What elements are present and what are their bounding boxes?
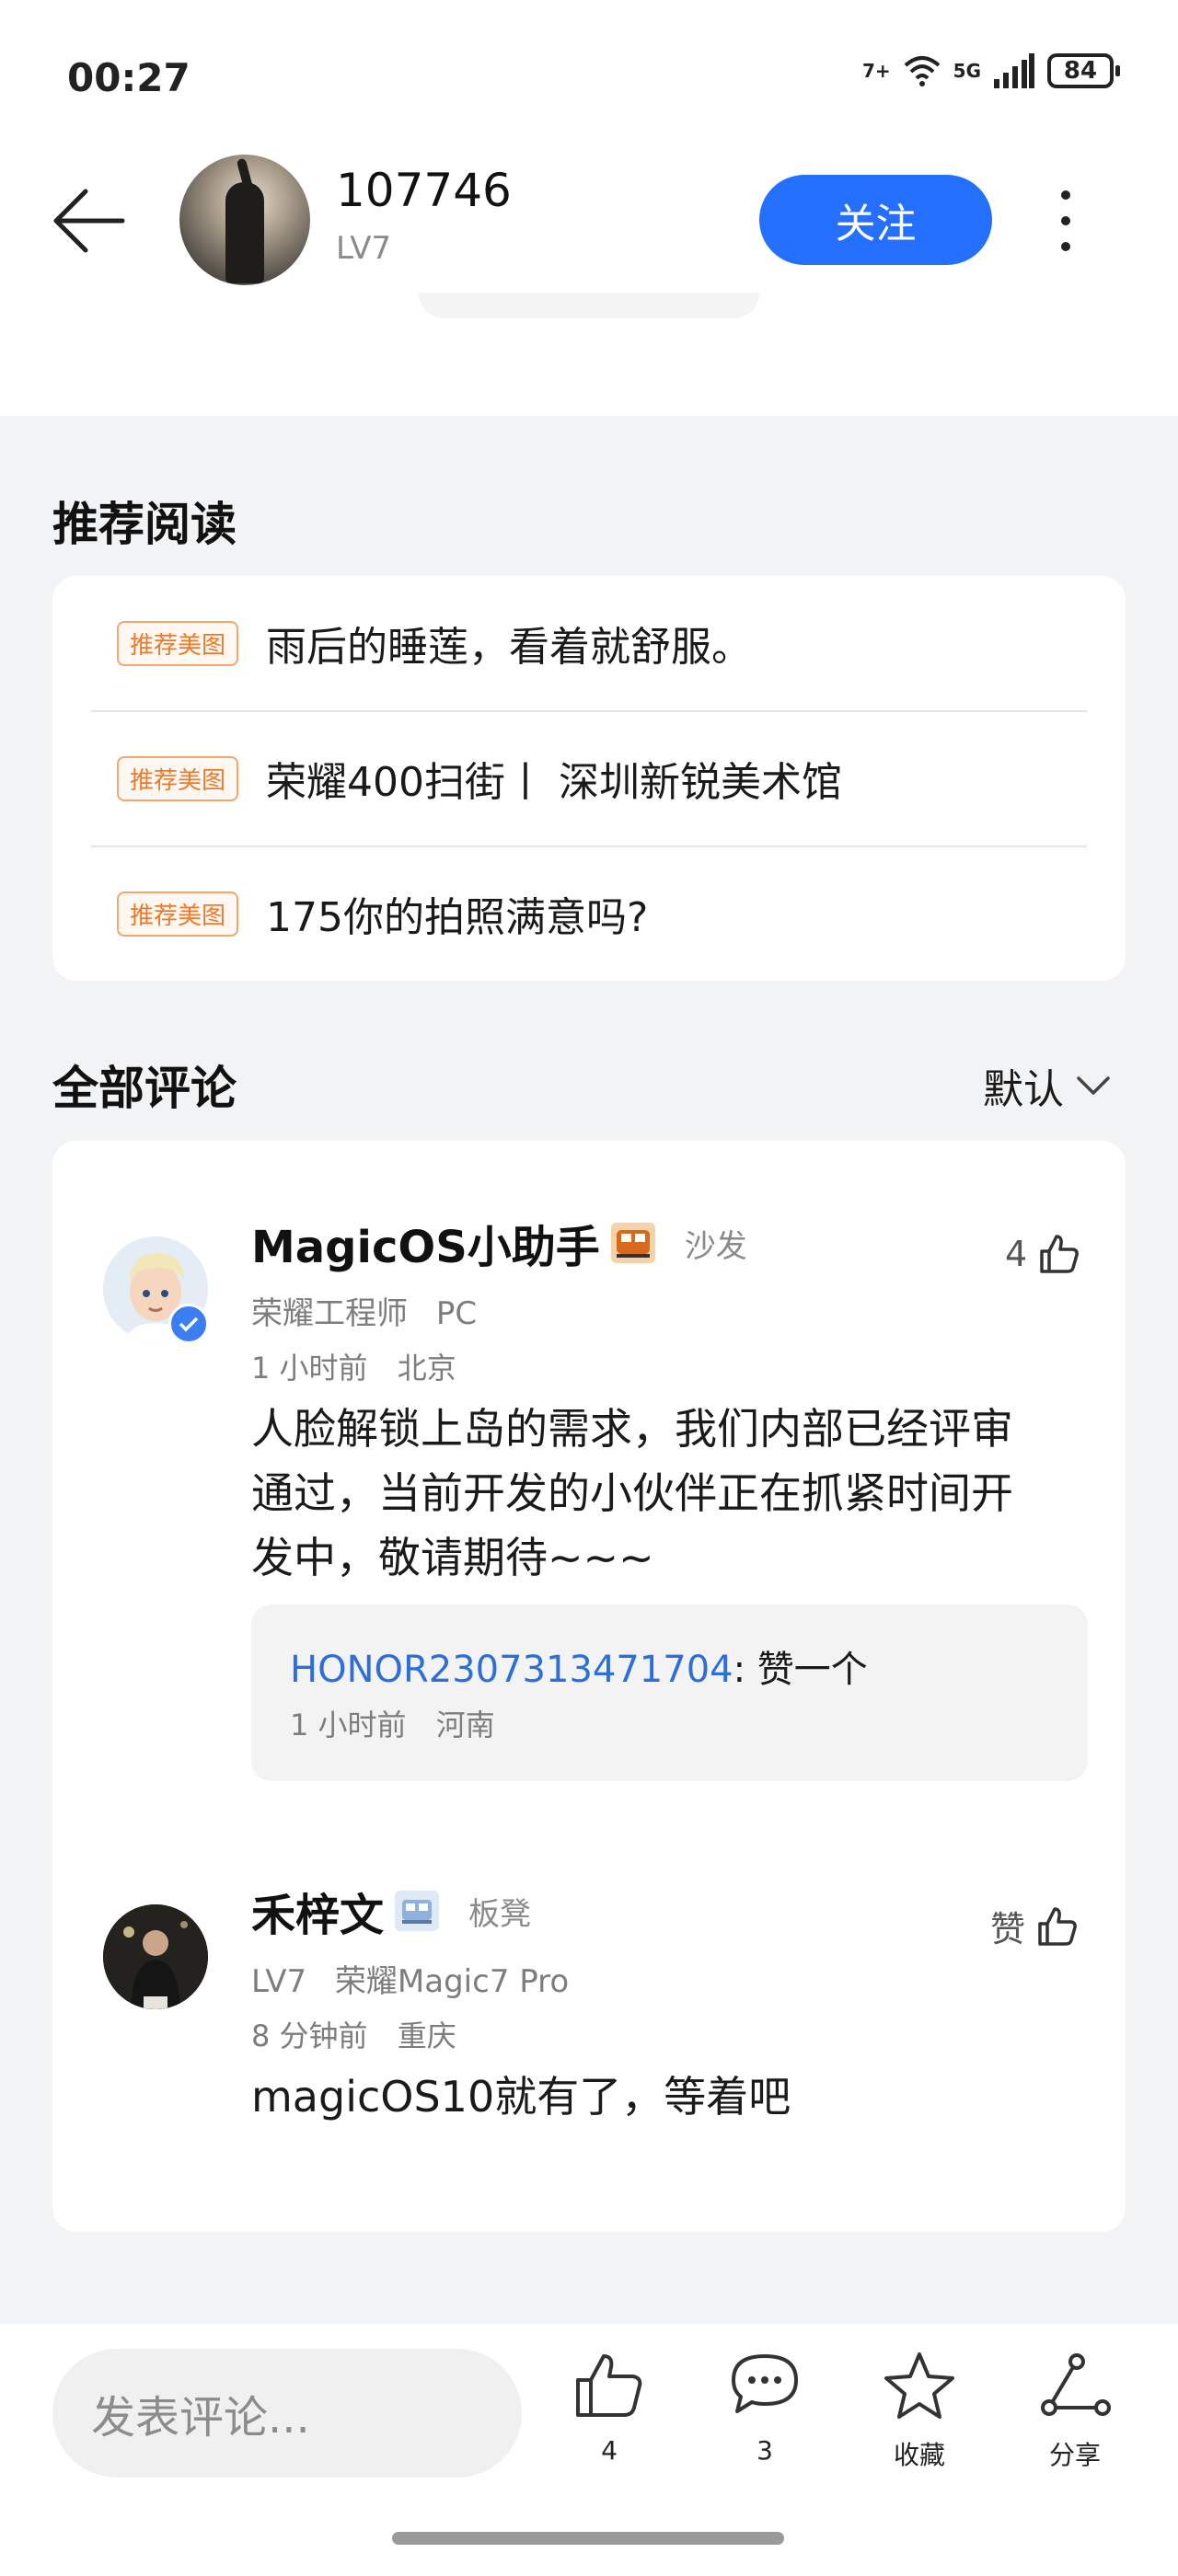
comment-time: 8 分钟前 — [251, 2018, 368, 2053]
like-button[interactable]: 4 — [549, 2351, 669, 2466]
comment-like-label: 赞 — [990, 1909, 1026, 1949]
comment-like-button[interactable]: 赞 — [990, 1901, 1079, 1951]
favorite-label: 收藏 — [893, 2440, 945, 2470]
commenter-role: 荣耀工程师 — [251, 1295, 408, 1332]
reply-text: : 赞一个 — [733, 1649, 868, 1691]
faded-content-edge — [419, 293, 759, 318]
commenter-name[interactable]: 禾梓文 — [251, 1879, 384, 1943]
comment-text-line: 发中，敬请期待~~~ — [251, 1533, 654, 1582]
recommend-item[interactable]: 推荐美图 荣耀400扫街丨 深圳新锐美术馆 — [52, 711, 1126, 845]
comment-text[interactable]: magicOS10就有了，等着吧 — [251, 2064, 791, 2129]
comment-text-line: 通过，当前开发的小伙伴正在抓紧时间开 — [251, 1468, 1013, 1518]
comment-rank: 沙发 — [684, 1227, 747, 1265]
comment-like-count: 4 — [1005, 1234, 1028, 1274]
comment-input[interactable]: 发表评论... — [52, 2349, 522, 2478]
cellular-label: 5G — [953, 60, 981, 82]
comment-count: 3 — [756, 2435, 773, 2466]
more-options-button[interactable] — [1049, 179, 1082, 262]
comment-text[interactable]: 人脸解锁上岛的需求，我们内部已经评审 通过，当前开发的小伙伴正在抓紧时间开 发中… — [251, 1397, 1098, 1590]
comment-rank: 板凳 — [468, 1895, 532, 1933]
recommend-item[interactable]: 推荐美图 雨后的睡莲，看着就舒服。 — [52, 576, 1126, 710]
comment-meta: 1 小时前 北京 — [251, 1345, 456, 1387]
sort-label: 默认 — [983, 1066, 1064, 1113]
chevron-down-icon — [1077, 1076, 1110, 1095]
commenter-role-line: LV7 荣耀Magic7 Pro — [251, 1956, 569, 2001]
reply-line: HONOR2307313471704: 赞一个 — [290, 1639, 868, 1693]
favorite-button[interactable]: 收藏 — [860, 2351, 979, 2472]
recommend-item-title: 175你的拍照满意吗? — [266, 894, 649, 941]
comment-location: 重庆 — [397, 2018, 456, 2053]
battery-level: 84 — [1063, 57, 1098, 85]
back-arrow-icon — [53, 189, 125, 253]
recommend-card: 推荐美图 雨后的睡莲，看着就舒服。 推荐美图 荣耀400扫街丨 深圳新锐美术馆 … — [52, 576, 1126, 981]
share-button[interactable]: 分享 — [1015, 2351, 1135, 2472]
wifi-label: 7+ — [861, 60, 891, 82]
author-avatar[interactable] — [179, 155, 310, 285]
battery-icon: 84 — [1047, 53, 1120, 88]
author-level: LV7 — [336, 230, 392, 267]
sort-dropdown[interactable]: 默认 — [983, 1056, 1112, 1115]
recommend-tag: 推荐美图 — [117, 755, 239, 801]
reply-meta: 1 小时前 河南 — [290, 1702, 495, 1744]
dot-icon — [1061, 190, 1070, 200]
commenter-device: PC — [435, 1295, 478, 1332]
commenter-role-line: 荣耀工程师 PC — [251, 1288, 477, 1333]
status-icons: 7+ 5G 84 — [861, 53, 1120, 88]
commenter-avatar[interactable] — [103, 1904, 208, 2009]
comment-text-line: 人脸解锁上岛的需求，我们内部已经评审 — [251, 1404, 1013, 1454]
photo-avatar-icon — [103, 1904, 208, 2009]
wifi-icon — [904, 56, 940, 86]
thumbs-up-icon — [1038, 1906, 1077, 1946]
signal-icon — [994, 53, 1034, 88]
home-indicator[interactable] — [392, 2532, 784, 2545]
avatar-figure — [225, 182, 264, 283]
commenter-name[interactable]: MagicOS小助手 — [251, 1211, 600, 1275]
comment-time: 1 小时前 — [251, 1351, 368, 1386]
recommend-title: 推荐阅读 — [52, 498, 237, 551]
reply-location: 河南 — [435, 1708, 495, 1742]
follow-button[interactable]: 关注 — [759, 175, 992, 265]
commenter-device: 荣耀Magic7 Pro — [334, 1963, 570, 2000]
commenter-level: LV7 — [251, 1963, 307, 2000]
thumbs-up-icon — [576, 2354, 642, 2417]
comment-like-button[interactable]: 4 — [1005, 1233, 1080, 1275]
comment-header: 禾梓文 板凳 — [251, 1879, 531, 1943]
thumbs-up-icon — [1040, 1235, 1080, 1273]
train-badge-icon — [610, 1223, 655, 1263]
comment-meta: 8 分钟前 重庆 — [251, 2013, 456, 2055]
verified-badge-icon — [168, 1304, 209, 1344]
bench-badge-icon — [395, 1891, 440, 1931]
back-button[interactable] — [46, 179, 129, 262]
comments-title: 全部评论 — [52, 1062, 237, 1115]
share-icon — [1041, 2353, 1111, 2416]
chat-bubble-icon — [732, 2354, 798, 2413]
recommend-tag: 推荐美图 — [117, 620, 239, 666]
like-count: 4 — [601, 2435, 618, 2466]
recommend-tag: 推荐美图 — [117, 891, 239, 937]
star-icon — [884, 2352, 954, 2419]
comment-header: MagicOS小助手 沙发 — [251, 1211, 747, 1275]
recommend-item-title: 荣耀400扫街丨 深圳新锐美术馆 — [266, 759, 842, 806]
comment-button[interactable]: 3 — [705, 2351, 825, 2466]
author-name[interactable]: 107746 — [336, 164, 512, 217]
recommend-item[interactable]: 推荐美图 175你的拍照满意吗? — [52, 846, 1126, 981]
status-time: 00:27 — [67, 55, 191, 100]
dot-icon — [1061, 216, 1070, 225]
reply-box[interactable]: HONOR2307313471704: 赞一个 1 小时前 河南 — [251, 1604, 1088, 1781]
comment-location: 北京 — [397, 1351, 456, 1386]
reply-time: 1 小时前 — [290, 1708, 407, 1742]
reply-username[interactable]: HONOR2307313471704 — [290, 1649, 733, 1691]
dot-icon — [1061, 242, 1070, 251]
share-label: 分享 — [1048, 2440, 1101, 2470]
recommend-item-title: 雨后的睡莲，看着就舒服。 — [266, 624, 753, 671]
